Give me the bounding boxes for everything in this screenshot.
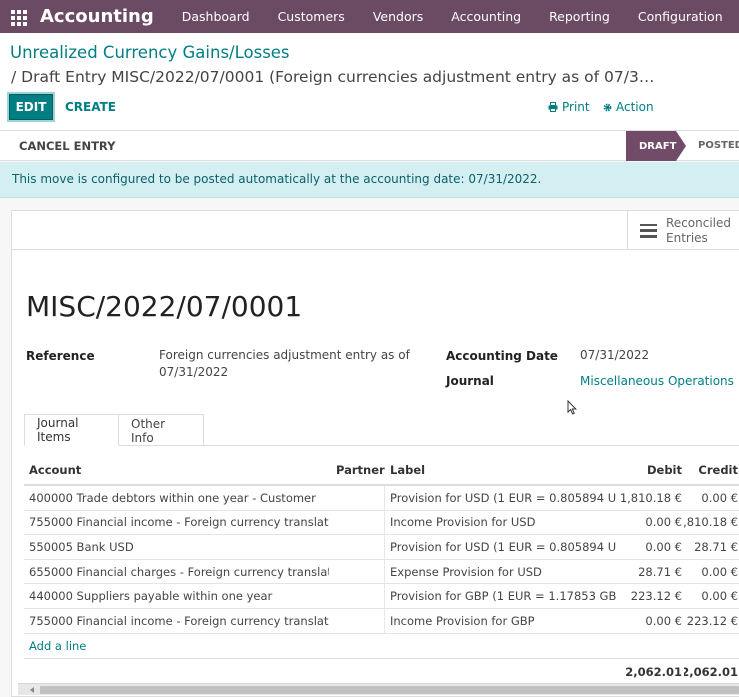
print-icon	[548, 102, 558, 112]
status-draft: DRAFT	[626, 131, 686, 161]
journal-link[interactable]: Miscellaneous Operations	[580, 373, 734, 390]
journal-items-table: Account Partner Label Debit Credit 40000…	[24, 456, 739, 686]
row-label: Provision for GBP (1 EUR = 1.17853 GBP)	[390, 589, 616, 604]
row-partner	[336, 486, 396, 510]
status-bar: CANCEL ENTRY DRAFT POSTED	[0, 131, 739, 161]
row-account: 400000 Trade debtors within one year - C…	[29, 490, 316, 505]
main-menu: Dashboard Customers Vendors Accounting R…	[168, 9, 737, 24]
row-account: 655000 Financial charges - Foreign curre…	[29, 564, 329, 579]
reconciled-entries-label: Reconciled Entries	[666, 215, 731, 245]
reference-value[interactable]: Foreign currencies adjustment entry as o…	[159, 347, 410, 381]
cancel-entry-button[interactable]: CANCEL ENTRY	[19, 139, 115, 153]
add-line-link[interactable]: Add a line	[29, 634, 86, 658]
row-partner	[336, 584, 396, 608]
button-box: Reconciled Entries	[12, 211, 739, 250]
info-alert: This move is configured to be posted aut…	[0, 162, 739, 198]
row-debit: 0.00 €	[645, 515, 682, 530]
horizontal-scrollbar[interactable]	[18, 683, 739, 695]
print-button[interactable]: Print	[548, 100, 590, 114]
column-partner[interactable]: Partner	[336, 456, 396, 484]
row-label: Provision for USD (1 EUR = 0.805894 USD)	[390, 539, 616, 554]
create-button[interactable]: CREATE	[65, 100, 116, 114]
row-label: Expense Provision for USD	[390, 564, 542, 579]
row-partner	[336, 560, 396, 584]
row-debit: 223.12 €	[630, 589, 682, 604]
action-label: Action	[616, 100, 654, 114]
table-row[interactable]: 440000 Suppliers payable within one year…	[24, 584, 739, 609]
menu-dashboard[interactable]: Dashboard	[168, 9, 264, 24]
breadcrumb-parent[interactable]: Unrealized Currency Gains/Losses	[10, 43, 290, 62]
menu-accounting[interactable]: Accounting	[437, 9, 535, 24]
form-sheet: Reconciled Entries MISC/2022/07/0001 Ref…	[11, 210, 739, 697]
column-debit[interactable]: Debit	[616, 456, 682, 484]
list-icon	[640, 223, 657, 238]
row-credit: 1,810.18 €	[684, 515, 738, 530]
row-account: 550005 Bank USD	[29, 539, 134, 554]
row-credit: 0.00 €	[701, 589, 738, 604]
journal-label: Journal	[446, 374, 494, 388]
reconciled-entries-button[interactable]: Reconciled Entries	[627, 211, 739, 250]
breadcrumb-current: / Draft Entry MISC/2022/07/0001 (Foreign…	[11, 68, 655, 86]
column-credit[interactable]: Credit	[684, 456, 738, 484]
print-label: Print	[562, 100, 590, 114]
menu-reporting[interactable]: Reporting	[535, 9, 624, 24]
totals-row: 2,062.01 2,062.01	[24, 657, 739, 686]
row-credit: 0.00 €	[701, 564, 738, 579]
control-panel: Unrealized Currency Gains/Losses / Draft…	[0, 33, 739, 131]
edit-button[interactable]: EDIT	[9, 94, 53, 120]
status-posted: POSTED	[698, 140, 739, 151]
row-debit: 1,810.18 €	[619, 490, 682, 505]
table-row[interactable]: 400000 Trade debtors within one year - C…	[24, 486, 739, 511]
menu-configuration[interactable]: Configuration	[624, 9, 737, 24]
accounting-date-label: Accounting Date	[446, 349, 558, 363]
scrollbar-thumb[interactable]	[40, 686, 739, 694]
table-row[interactable]: 550005 Bank USD Provision for USD (1 EUR…	[24, 535, 739, 560]
app-brand[interactable]: Accounting	[40, 6, 154, 27]
row-debit: 0.00 €	[645, 539, 682, 554]
tab-other-info[interactable]: Other Info	[119, 414, 204, 446]
scroll-left-icon[interactable]	[30, 687, 34, 693]
top-navbar: Accounting Dashboard Customers Vendors A…	[0, 0, 739, 33]
add-line-row: Add a line	[24, 634, 739, 658]
accounting-date-value[interactable]: 07/31/2022	[580, 347, 649, 364]
row-debit: 28.71 €	[638, 564, 682, 579]
move-name: MISC/2022/07/0001	[26, 290, 303, 323]
row-credit: 0.00 €	[701, 490, 738, 505]
column-account[interactable]: Account	[29, 456, 329, 484]
row-label: Provision for USD (1 EUR = 0.805894 USD)	[390, 490, 616, 505]
table-row[interactable]: 655000 Financial charges - Foreign curre…	[24, 559, 739, 585]
menu-vendors[interactable]: Vendors	[359, 9, 437, 24]
row-account: 440000 Suppliers payable within one year	[29, 589, 273, 604]
mouse-pointer-icon	[567, 400, 577, 415]
row-partner	[336, 535, 396, 559]
total-credit: 2,062.01	[684, 665, 738, 680]
table-row[interactable]: 755000 Financial income - Foreign curren…	[24, 608, 739, 634]
notebook-tabs: Journal Items Other Info	[24, 414, 739, 446]
row-account: 755000 Financial income - Foreign curren…	[29, 613, 329, 628]
row-partner	[336, 511, 396, 535]
menu-customers[interactable]: Customers	[264, 9, 359, 24]
action-button[interactable]: Action	[603, 100, 654, 114]
row-credit: 223.12 €	[686, 613, 738, 628]
apps-grid-icon[interactable]	[11, 9, 29, 26]
row-credit: 28.71 €	[694, 539, 738, 554]
tab-journal-items[interactable]: Journal Items	[24, 414, 119, 446]
table-header: Account Partner Label Debit Credit	[24, 456, 739, 486]
reference-label: Reference	[26, 349, 95, 363]
table-row[interactable]: 755000 Financial income - Foreign curren…	[24, 510, 739, 536]
gear-icon	[603, 103, 612, 111]
total-debit: 2,062.01	[625, 665, 682, 680]
column-label[interactable]: Label	[390, 456, 616, 484]
row-account: 755000 Financial income - Foreign curren…	[29, 515, 329, 530]
row-partner	[336, 609, 396, 633]
row-label: Income Provision for GBP	[390, 613, 535, 628]
row-debit: 0.00 €	[645, 613, 682, 628]
row-label: Income Provision for USD	[390, 515, 536, 530]
